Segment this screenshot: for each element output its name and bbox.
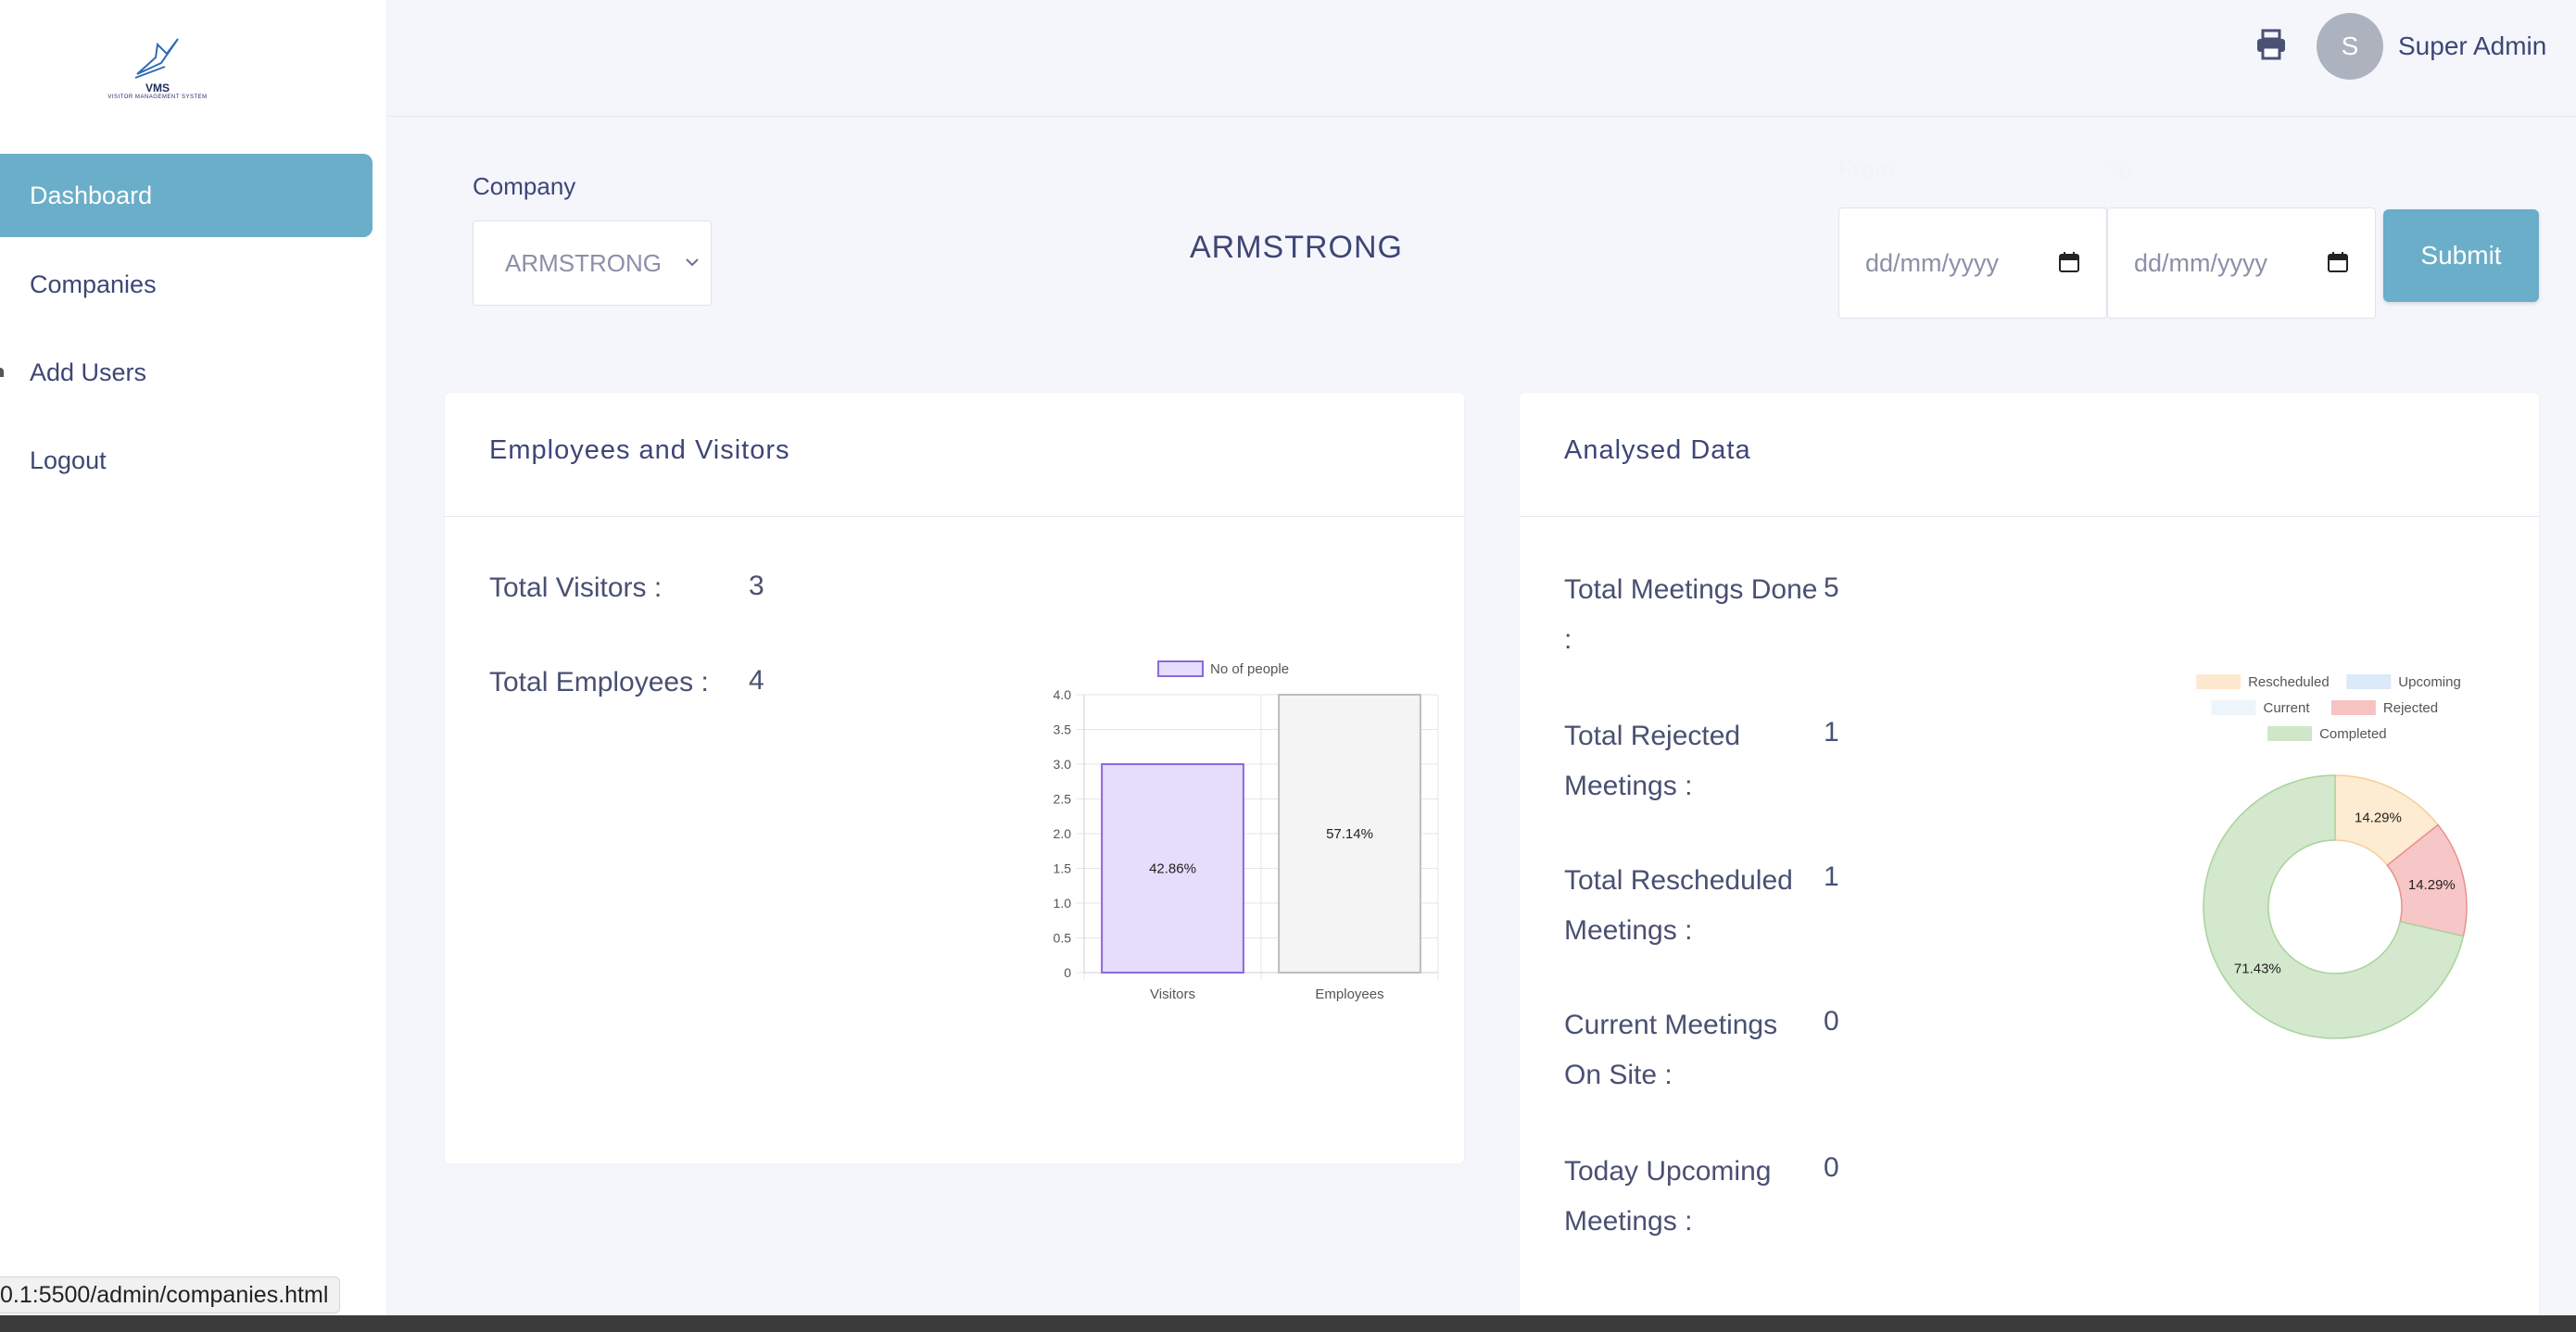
legend-swatch bbox=[2211, 700, 2256, 715]
sidebar-item-dashboard[interactable]: Dashboard bbox=[0, 154, 373, 237]
label-line: Total Meetings Done bbox=[1564, 574, 1818, 605]
slice-data-label: 14.29% bbox=[2355, 811, 2402, 826]
label-line: Meetings : bbox=[1564, 771, 1693, 801]
sidebar-item-companies[interactable]: Companies bbox=[0, 243, 373, 326]
slice-data-label: 71.43% bbox=[2234, 961, 2281, 977]
label-line: Current Meetings bbox=[1564, 1010, 1778, 1040]
label-line: : bbox=[1564, 624, 1572, 655]
card-header: Analysed Data bbox=[1520, 393, 2539, 517]
sidebar-item-logout[interactable]: Logout bbox=[0, 419, 373, 502]
from-date-input[interactable]: dd/mm/yyyy bbox=[1838, 207, 2107, 319]
total-rejected-label: Total Rejected Meetings : bbox=[1564, 711, 1740, 811]
sidebar-item-label: Logout bbox=[30, 446, 107, 474]
slice-data-label: 14.29% bbox=[2408, 877, 2456, 893]
label-line: On Site : bbox=[1564, 1060, 1673, 1090]
chevron-down-icon bbox=[686, 258, 699, 267]
employees-visitors-card: Employees and Visitors Total Visitors : … bbox=[445, 393, 1464, 1163]
user-name[interactable]: Super Admin bbox=[2398, 31, 2546, 61]
sidebar-item-add-users[interactable]: Add Users bbox=[0, 331, 373, 414]
logo-subtitle: VISITOR MANAGEMENT SYSTEM bbox=[107, 94, 208, 100]
calendar-icon[interactable] bbox=[2058, 251, 2080, 273]
company-title: ARMSTRONG bbox=[1190, 230, 1403, 265]
sidebar: VMS VISITOR MANAGEMENT SYSTEM Dashboard … bbox=[0, 0, 387, 1332]
status-url: 0.1:5500/admin/companies.html bbox=[0, 1276, 341, 1313]
user-icon bbox=[0, 368, 4, 377]
doughnut-chart: Rescheduled Upcoming Current Rejected Comple… bbox=[2196, 674, 2468, 1039]
sidebar-item-label: Add Users bbox=[30, 358, 147, 386]
today-upcoming-value: 0 bbox=[1824, 1152, 1839, 1183]
label-line: Meetings : bbox=[1564, 915, 1693, 946]
avatar[interactable]: S bbox=[2317, 13, 2383, 80]
total-visitors-value: 3 bbox=[749, 571, 764, 601]
app-logo[interactable]: VMS VISITOR MANAGEMENT SYSTEM bbox=[102, 37, 213, 120]
total-employees-label: Total Employees : bbox=[489, 667, 709, 697]
y-tick-label: 3.0 bbox=[1054, 757, 1072, 772]
y-tick-label: 2.5 bbox=[1054, 792, 1072, 807]
card-title: Employees and Visitors bbox=[489, 435, 790, 465]
submit-button[interactable]: Submit bbox=[2383, 209, 2539, 302]
bar-data-label: 57.14% bbox=[1326, 826, 1373, 842]
legend-swatch bbox=[2267, 726, 2313, 741]
total-employees-value: 4 bbox=[749, 665, 764, 696]
sidebar-item-label: Dashboard bbox=[30, 181, 153, 209]
legend-swatch bbox=[2330, 700, 2376, 715]
calendar-icon[interactable] bbox=[2327, 251, 2349, 273]
to-label: To bbox=[2107, 156, 2133, 183]
legend-swatch bbox=[2346, 674, 2392, 689]
legend-label: Completed bbox=[2319, 726, 2387, 742]
company-select[interactable]: ARMSTRONG bbox=[473, 220, 712, 306]
y-tick-label: 1.5 bbox=[1054, 861, 1072, 876]
label-line: Total Rescheduled bbox=[1564, 865, 1793, 896]
bar-data-label: 42.86% bbox=[1149, 861, 1196, 877]
y-tick-label: 4.0 bbox=[1054, 687, 1072, 702]
total-rejected-value: 1 bbox=[1824, 717, 1839, 748]
y-tick-label: 2.0 bbox=[1054, 826, 1072, 841]
legend-swatch bbox=[1157, 660, 1204, 677]
legend-swatch bbox=[2196, 674, 2241, 689]
legend-label: Rejected bbox=[2383, 700, 2438, 716]
sidebar-item-label: Companies bbox=[30, 270, 157, 298]
x-tick-label: Employees bbox=[1315, 986, 1383, 1002]
card-title: Analysed Data bbox=[1564, 435, 1751, 465]
analysed-data-card: Analysed Data Total Meetings Done : 5 To… bbox=[1520, 393, 2539, 1332]
to-date-input[interactable]: dd/mm/yyyy bbox=[2107, 207, 2376, 319]
y-tick-label: 0.5 bbox=[1054, 931, 1072, 946]
bar-chart: No of people 0 0.5 1.0 1.5 2.0 2.5 3.0 3.5 4.0 42.… bbox=[1054, 660, 1439, 1002]
x-tick-label: Visitors bbox=[1150, 986, 1195, 1002]
total-meetings-done-value: 5 bbox=[1824, 572, 1839, 603]
legend-label: No of people bbox=[1210, 661, 1289, 677]
y-tick-label: 1.0 bbox=[1054, 896, 1072, 911]
current-meetings-value: 0 bbox=[1824, 1006, 1839, 1037]
print-icon[interactable] bbox=[2254, 28, 2288, 61]
from-label: From bbox=[1838, 156, 1895, 183]
legend-label: Upcoming bbox=[2398, 674, 2461, 690]
total-meetings-done-label: Total Meetings Done : bbox=[1564, 565, 1818, 665]
label-line: Today Upcoming bbox=[1564, 1156, 1772, 1187]
bird-logo-icon bbox=[134, 38, 179, 79]
current-meetings-label: Current Meetings On Site : bbox=[1564, 1000, 1777, 1100]
taskbar bbox=[0, 1315, 2576, 1332]
company-label: Company bbox=[473, 172, 576, 200]
card-header: Employees and Visitors bbox=[445, 393, 1464, 517]
label-line: Meetings : bbox=[1564, 1206, 1693, 1237]
y-tick-label: 0 bbox=[1064, 965, 1071, 980]
top-navbar bbox=[387, 0, 2576, 117]
to-date-placeholder: dd/mm/yyyy bbox=[2134, 248, 2268, 277]
total-rescheduled-value: 1 bbox=[1824, 861, 1839, 892]
today-upcoming-label: Today Upcoming Meetings : bbox=[1564, 1147, 1771, 1247]
y-tick-label: 3.5 bbox=[1054, 723, 1072, 737]
label-line: Total Rejected bbox=[1564, 721, 1741, 751]
legend-label: Rescheduled bbox=[2248, 674, 2330, 690]
company-select-value: ARMSTRONG bbox=[505, 248, 662, 277]
total-visitors-label: Total Visitors : bbox=[489, 572, 663, 603]
from-date-placeholder: dd/mm/yyyy bbox=[1865, 248, 2000, 277]
total-rescheduled-label: Total Rescheduled Meetings : bbox=[1564, 856, 1793, 956]
legend-label: Current bbox=[2264, 700, 2311, 716]
logo-title: VMS bbox=[145, 82, 170, 94]
